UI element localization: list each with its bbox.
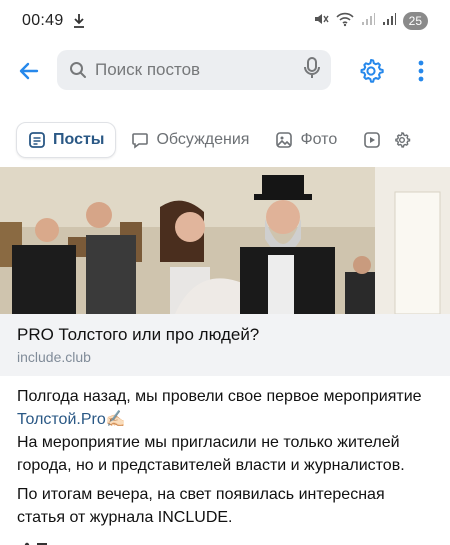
event-photo-image bbox=[0, 167, 450, 314]
download-icon bbox=[72, 13, 86, 29]
post-text: Полгода назад, мы провели свое первое ме… bbox=[17, 385, 437, 535]
post-photo[interactable] bbox=[0, 167, 450, 314]
writing-hand-emoji: ✍🏻 bbox=[105, 411, 126, 428]
posts-icon bbox=[29, 132, 45, 148]
gear-icon bbox=[395, 132, 411, 148]
settings-button[interactable] bbox=[356, 56, 386, 86]
arrow-left-icon bbox=[19, 62, 39, 80]
event-link[interactable]: Толстой.Pro bbox=[17, 411, 106, 428]
paragraph-text: По итогам вечера, на свет появилась инте… bbox=[17, 486, 385, 526]
paragraph-text: Полгода назад, мы провели свое первое ме… bbox=[17, 388, 422, 405]
link-title: PRO Толстого или про людей? bbox=[17, 325, 260, 344]
post-paragraph-3: По итогам вечера, на свет появилась инте… bbox=[17, 483, 437, 529]
tab-settings[interactable] bbox=[389, 122, 422, 158]
microphone-icon[interactable] bbox=[303, 56, 321, 84]
status-icons: 25 bbox=[313, 11, 428, 32]
status-time: 00:49 bbox=[22, 12, 64, 29]
battery-indicator: 25 bbox=[402, 12, 428, 30]
tab-label: Посты bbox=[53, 131, 105, 148]
photo-icon bbox=[276, 132, 293, 148]
truncated-content bbox=[17, 535, 57, 545]
tab-video[interactable] bbox=[352, 122, 385, 158]
signal-icon-2 bbox=[382, 12, 396, 31]
search-placeholder: Поиск постов bbox=[95, 60, 201, 79]
mute-icon bbox=[313, 11, 329, 32]
signal-icon bbox=[361, 12, 375, 31]
search-row: Поиск постов bbox=[0, 48, 450, 94]
link-domain: include.club bbox=[17, 349, 91, 365]
tab-label: Фото bbox=[300, 131, 338, 148]
tab-posts[interactable]: Посты bbox=[16, 122, 117, 158]
back-button[interactable] bbox=[14, 56, 44, 86]
tab-photo[interactable]: Фото bbox=[264, 122, 348, 158]
post-paragraph-1: Полгода назад, мы провели свое первое ме… bbox=[17, 385, 437, 477]
status-bar: 00:49 25 bbox=[0, 0, 450, 42]
discussions-icon bbox=[132, 133, 149, 149]
more-vertical-icon bbox=[418, 60, 424, 82]
paragraph-text: На мероприятие мы пригласили не только ж… bbox=[17, 434, 405, 474]
tab-label: Обсуждения bbox=[156, 131, 250, 148]
gear-icon bbox=[360, 59, 384, 83]
content-tabs: Посты Обсуждения Фото bbox=[0, 120, 450, 160]
search-icon bbox=[70, 62, 86, 78]
link-preview-card[interactable]: PRO Толстого или про людей? include.club bbox=[0, 314, 450, 376]
wifi-icon bbox=[336, 11, 354, 32]
tab-discussions[interactable]: Обсуждения bbox=[120, 122, 260, 158]
search-input[interactable]: Поиск постов bbox=[57, 50, 331, 90]
more-button[interactable] bbox=[406, 56, 436, 86]
video-icon bbox=[364, 132, 381, 148]
